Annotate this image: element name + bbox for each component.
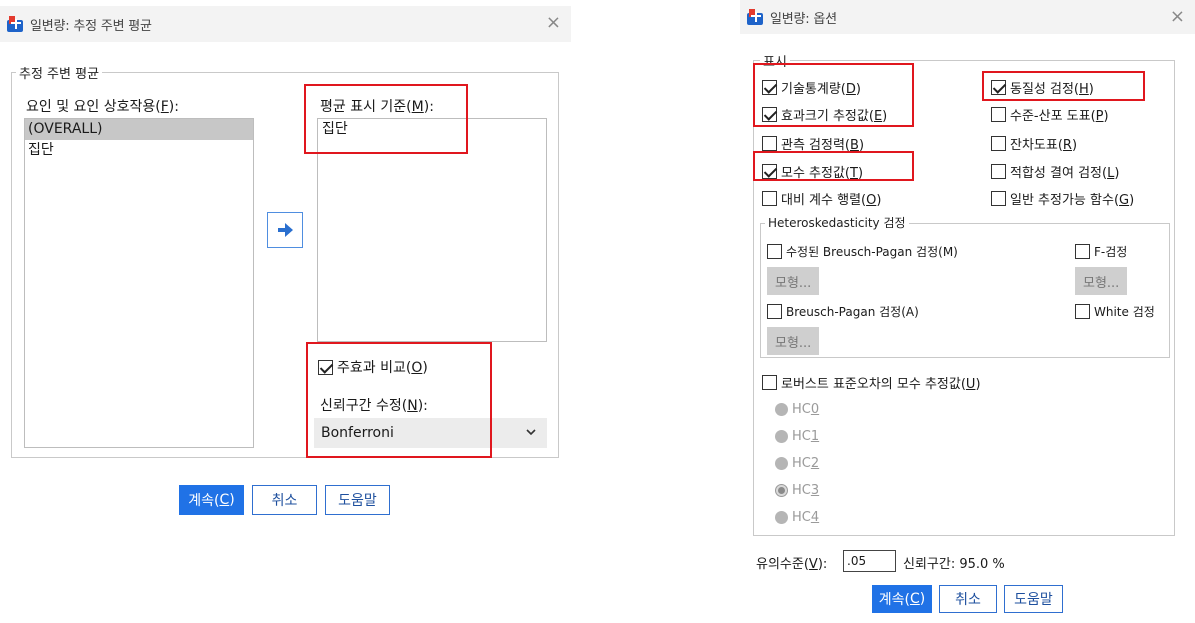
robust-se-label: 로버스트 표준오차의 모수 추정값(U) — [781, 377, 981, 392]
hc3-radio[interactable]: HC3 — [775, 483, 819, 498]
f-test-checkbox[interactable]: F-검정 — [1075, 243, 1127, 260]
white-test-checkbox[interactable]: White 검정 — [1075, 303, 1155, 320]
model-button-disabled: 모형... — [767, 267, 820, 295]
checkbox-unchecked[interactable] — [1075, 304, 1090, 319]
list-item[interactable]: (OVERALL) — [25, 119, 253, 140]
lack-of-fit-checkbox[interactable]: 적합성 결여 검정(L) — [991, 162, 1119, 181]
contrast-matrix-label: 대비 계수 행렬(O) — [781, 193, 882, 208]
factors-listbox[interactable]: (OVERALL) 집단 — [24, 118, 254, 448]
checkbox-unchecked[interactable] — [1075, 244, 1090, 259]
hc4-label: HC4 — [792, 510, 820, 525]
breusch-pagan-checkbox[interactable]: Breusch-Pagan 검정(A) — [767, 303, 919, 320]
checkbox-unchecked[interactable] — [762, 375, 777, 390]
hc0-radio[interactable]: HC0 — [775, 402, 819, 417]
hc3-label: HC3 — [792, 483, 820, 498]
white-test-label: White 검정 — [1094, 305, 1155, 319]
hetero-legend: Heteroskedasticity 검정 — [765, 214, 909, 231]
hc0-label: HC0 — [792, 402, 820, 417]
robust-se-checkbox[interactable]: 로버스트 표준오차의 모수 추정값(U) — [762, 373, 981, 392]
highlight-box — [306, 342, 492, 458]
residual-plot-checkbox[interactable]: 잔차도표(R) — [991, 134, 1077, 153]
general-estimable-checkbox[interactable]: 일반 추정가능 함수(G) — [991, 189, 1134, 208]
help-button[interactable]: 도움말 — [1004, 585, 1063, 613]
hc1-label: HC1 — [792, 429, 820, 444]
residual-plot-label: 잔차도표(R) — [1010, 138, 1078, 153]
continue-button[interactable]: 계속(C) — [872, 585, 932, 613]
highlight-box — [304, 84, 468, 154]
checkbox-unchecked[interactable] — [767, 244, 782, 259]
cancel-button[interactable]: 취소 — [939, 585, 997, 613]
lack-of-fit-label: 적합성 결여 검정(L) — [1010, 166, 1120, 181]
modified-bp-label: 수정된 Breusch-Pagan 검정(M) — [786, 245, 958, 259]
modified-breusch-pagan-checkbox[interactable]: 수정된 Breusch-Pagan 검정(M) — [767, 243, 958, 260]
significance-input[interactable]: .05 — [843, 550, 896, 572]
checkbox-unchecked[interactable] — [991, 164, 1006, 179]
checkbox-unchecked[interactable] — [991, 191, 1006, 206]
f-test-label: F-검정 — [1094, 245, 1128, 259]
radio-button[interactable] — [775, 457, 788, 470]
highlight-box — [753, 63, 914, 127]
highlight-box — [982, 71, 1145, 101]
checkbox-unchecked[interactable] — [991, 136, 1006, 151]
model-button-disabled: 모형... — [1075, 267, 1128, 295]
checkbox-unchecked[interactable] — [762, 191, 777, 206]
move-right-button[interactable] — [267, 212, 303, 248]
group-legend: 추정 주변 평균 — [16, 63, 103, 82]
model-button-disabled: 모형... — [767, 327, 820, 355]
right-title-bar: 일변량: 옵션 × — [740, 0, 1195, 34]
right-dialog-title: 일변량: 옵션 — [770, 11, 837, 27]
confidence-interval-text: 신뢰구간: 95.0 % — [903, 557, 1005, 572]
continue-button[interactable]: 계속(C) — [179, 485, 244, 515]
radio-button[interactable] — [775, 511, 788, 524]
checkbox-unchecked[interactable] — [991, 107, 1006, 122]
left-dialog-title: 일변량: 추정 주변 평균 — [30, 18, 152, 34]
radio-button[interactable] — [775, 403, 788, 416]
spss-app-icon — [6, 15, 24, 33]
spread-level-plot-checkbox[interactable]: 수준-산포 도표(P) — [991, 105, 1109, 124]
checkbox-unchecked[interactable] — [767, 304, 782, 319]
cancel-button[interactable]: 취소 — [252, 485, 317, 515]
chevron-down-icon — [526, 429, 536, 436]
arrow-right-icon — [278, 223, 293, 237]
highlight-box — [753, 151, 914, 181]
checkbox-unchecked[interactable] — [762, 136, 777, 151]
spss-app-icon — [746, 8, 764, 26]
hc2-label: HC2 — [792, 456, 820, 471]
close-icon[interactable]: × — [1170, 8, 1185, 26]
general-estimable-label: 일반 추정가능 함수(G) — [1010, 193, 1135, 208]
hc2-radio[interactable]: HC2 — [775, 456, 819, 471]
hc1-radio[interactable]: HC1 — [775, 429, 819, 444]
bp-label: Breusch-Pagan 검정(A) — [786, 305, 919, 319]
help-button[interactable]: 도움말 — [325, 485, 390, 515]
radio-button[interactable] — [775, 430, 788, 443]
list-item[interactable]: 집단 — [25, 140, 253, 161]
left-title-bar: 일변량: 추정 주변 평균 × — [0, 6, 571, 42]
radio-button-selected[interactable] — [775, 484, 788, 497]
contrast-matrix-checkbox[interactable]: 대비 계수 행렬(O) — [762, 189, 881, 208]
factors-label: 요인 및 요인 상호작용(F): — [26, 99, 179, 115]
close-icon[interactable]: × — [546, 14, 561, 32]
spread-level-plot-label: 수준-산포 도표(P) — [1010, 109, 1109, 124]
significance-label: 유의수준(V): — [756, 557, 828, 572]
hc4-radio[interactable]: HC4 — [775, 510, 819, 525]
